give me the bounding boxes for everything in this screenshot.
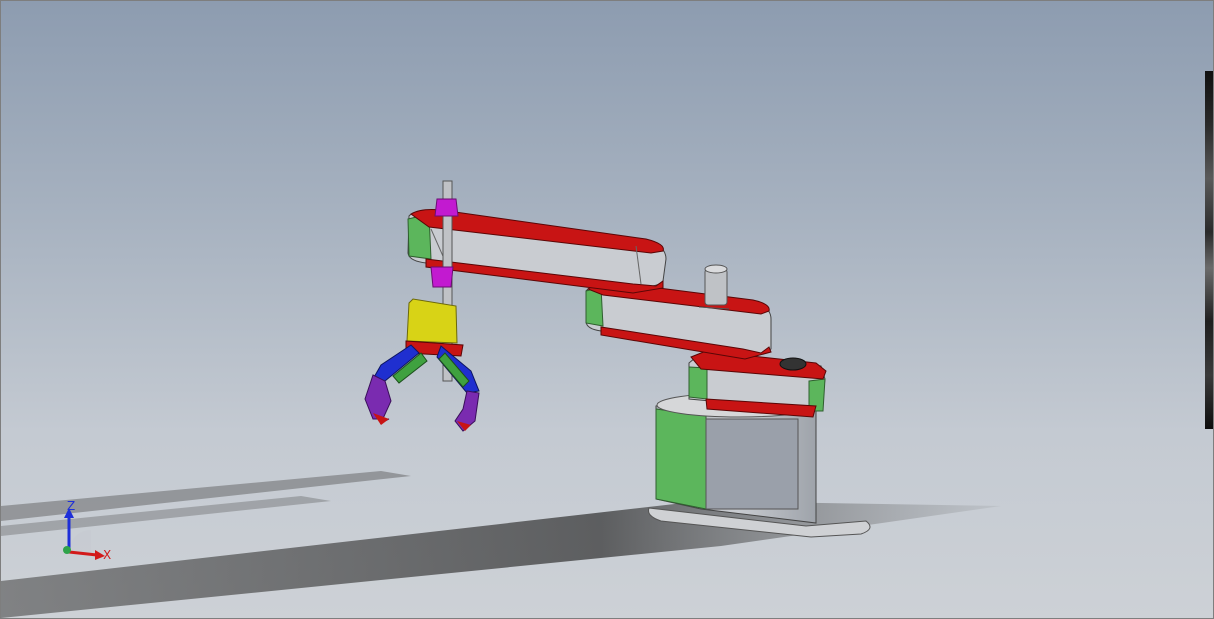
- gripper[interactable]: [364, 298, 480, 432]
- cad-3d-viewport[interactable]: Z X: [0, 0, 1214, 619]
- triad-x-label: X: [103, 548, 112, 562]
- floor-shadow: [1, 471, 1001, 618]
- joint-1[interactable]: [688, 350, 827, 418]
- adjacent-window-edge: [1205, 71, 1213, 429]
- triad-z-label: Z: [67, 499, 76, 513]
- coordinate-triad-icon: Z X: [51, 496, 121, 571]
- robot-arm-model[interactable]: [1, 1, 1213, 618]
